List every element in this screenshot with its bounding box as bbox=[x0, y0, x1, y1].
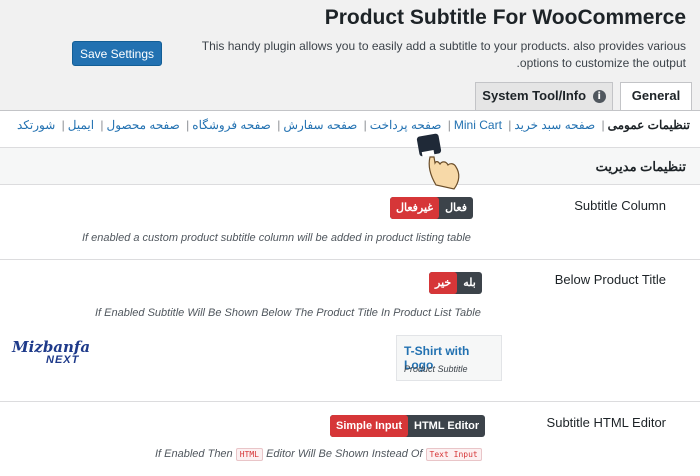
tab-system-tool-info[interactable]: System Tool/Info i bbox=[475, 82, 613, 110]
settings-panel: تنظیمات عمومی| صفحه سبد خرید| Mini Cart|… bbox=[0, 110, 700, 476]
preview-product-subtitle: Product Subtitle bbox=[404, 364, 468, 374]
html-editor-label: Subtitle HTML Editor bbox=[546, 415, 666, 430]
subnav-separator: | bbox=[601, 118, 605, 132]
tab-general[interactable]: General bbox=[620, 82, 692, 111]
below-title-help: If Enabled Subtitle Will Be Shown Below … bbox=[95, 307, 481, 319]
subnav-order-page[interactable]: صفحه سفارش bbox=[283, 118, 357, 132]
row-divider bbox=[0, 401, 700, 402]
page-title: Product Subtitle For WooCommerce bbox=[324, 6, 686, 29]
below-title-label: Below Product Title bbox=[554, 272, 666, 287]
toggle-yes-option[interactable]: بله bbox=[457, 272, 482, 294]
subnav-email[interactable]: ایمیل bbox=[68, 118, 94, 132]
subnav-separator: | bbox=[186, 118, 190, 132]
toggle-no-option[interactable]: خیر bbox=[429, 272, 458, 294]
subnav-separator: | bbox=[277, 118, 281, 132]
save-settings-button[interactable]: Save Settings bbox=[72, 41, 162, 66]
subnav-separator: | bbox=[508, 118, 512, 132]
subnav-separator: | bbox=[61, 118, 65, 132]
subtitle-column-toggle[interactable]: غیرفعال فعال bbox=[390, 197, 473, 219]
subnav-shortcode[interactable]: شورتکد bbox=[17, 118, 55, 132]
row-divider bbox=[0, 259, 700, 260]
info-icon: i bbox=[592, 90, 606, 104]
subnav-mini-cart[interactable]: Mini Cart bbox=[454, 118, 502, 132]
section-header: تنظیمات مدیریت bbox=[0, 147, 700, 185]
toggle-simple-input-option[interactable]: Simple Input bbox=[330, 415, 408, 437]
logo-line2: NEXT bbox=[46, 354, 80, 366]
subtitle-column-help: If enabled a custom product subtitle col… bbox=[82, 232, 471, 244]
subnav-shop-page[interactable]: صفحه فروشگاه bbox=[192, 118, 271, 132]
toggle-html-editor-option[interactable]: HTML Editor bbox=[408, 415, 485, 437]
below-title-toggle[interactable]: خیر بله bbox=[429, 272, 482, 294]
tab-general-label: General bbox=[631, 88, 681, 103]
toggle-enabled-option[interactable]: فعال bbox=[439, 197, 473, 219]
subnav-separator: | bbox=[447, 118, 451, 132]
text-input-code-tag: Text Input bbox=[425, 448, 482, 461]
subnav-general[interactable]: تنظیمات عمومی bbox=[608, 118, 690, 132]
help-text-part-1: If Enabled Then bbox=[155, 448, 233, 460]
toggle-disabled-option[interactable]: غیرفعال bbox=[390, 197, 440, 219]
brand-logo: Mizbanfa NEXT bbox=[8, 338, 100, 366]
sub-navigation: تنظیمات عمومی| صفحه سبد خرید| Mini Cart|… bbox=[0, 118, 690, 132]
subnav-checkout-page[interactable]: صفحه پرداخت bbox=[370, 118, 442, 132]
html-code-tag: HTML bbox=[235, 448, 263, 461]
subnav-separator: | bbox=[100, 118, 104, 132]
plugin-description: This handy plugin allows you to easily a… bbox=[201, 39, 686, 70]
subnav-cart-page[interactable]: صفحه سبد خرید bbox=[514, 118, 595, 132]
html-editor-toggle[interactable]: Simple Input HTML Editor bbox=[330, 415, 486, 437]
subnav-product-page[interactable]: صفحه محصول bbox=[107, 118, 180, 132]
pointer-hand-icon bbox=[416, 133, 460, 190]
section-title: تنظیمات مدیریت bbox=[595, 159, 686, 174]
tab-system-label: System Tool/Info bbox=[482, 88, 587, 103]
help-text-part-2: Editor Will Be Shown Instead Of bbox=[266, 448, 423, 460]
subnav-separator: | bbox=[363, 118, 367, 132]
html-editor-help: If Enabled Then HTML Editor Will Be Show… bbox=[155, 448, 482, 461]
subtitle-column-label: Subtitle Column bbox=[574, 198, 666, 213]
subtitle-preview: T-Shirt with Logo Product Subtitle bbox=[396, 335, 502, 381]
